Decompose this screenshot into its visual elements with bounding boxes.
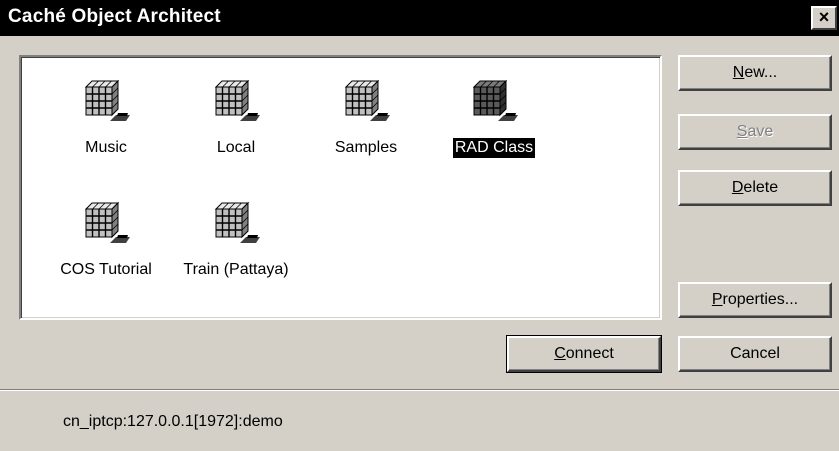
database-icon [472,79,518,121]
database-icon [84,201,130,243]
namespace-item-cos-tutorial[interactable]: COS Tutorial [41,197,171,280]
namespace-item-local[interactable]: Local [171,75,301,158]
namespace-label: Samples [334,139,398,156]
connection-string: cn_iptcp:127.0.0.1[1972]:demo [63,413,283,430]
close-icon: × [818,7,830,27]
cancel-button[interactable]: Cancel [678,336,832,372]
database-icon [214,79,260,121]
properties-button[interactable]: Properties... [678,282,832,318]
accelerator-key: C [554,345,566,362]
title-bar[interactable]: Caché Object Architect × [0,0,839,36]
button-label: ew... [744,64,778,81]
namespace-list[interactable]: Music Local Samples RAD Class COS Tutori… [19,55,662,320]
namespace-item-music[interactable]: Music [41,75,171,158]
namespace-item-rad-class[interactable]: RAD Class [429,75,559,159]
separator [0,389,839,391]
namespace-label: RAD Class [451,137,537,159]
database-icon [214,201,260,243]
save-button[interactable]: Save [678,114,832,150]
namespace-item-samples[interactable]: Samples [301,75,431,158]
database-icon [344,79,390,121]
button-label: ave [747,123,774,140]
accelerator-key: S [736,123,748,140]
namespace-label: COS Tutorial [60,261,152,278]
database-icon [84,79,130,121]
namespace-label: Music [85,139,127,156]
accelerator-key: P [711,291,723,308]
button-label: Cancel [730,345,780,362]
new-button[interactable]: New... [678,55,832,91]
namespace-label: Local [216,139,256,156]
namespace-item-train-pattaya[interactable]: Train (Pattaya) [171,197,301,280]
close-button[interactable]: × [811,6,837,30]
button-label: onnect [565,345,614,362]
accelerator-key: D [731,179,744,196]
delete-button[interactable]: Delete [678,170,832,206]
button-label: elete [743,179,779,196]
namespace-label: Train (Pattaya) [183,261,289,278]
accelerator-key: N [732,64,745,81]
connect-button[interactable]: Connect [506,335,662,373]
window-title: Caché Object Architect [8,6,221,27]
button-label: roperties... [722,291,799,308]
